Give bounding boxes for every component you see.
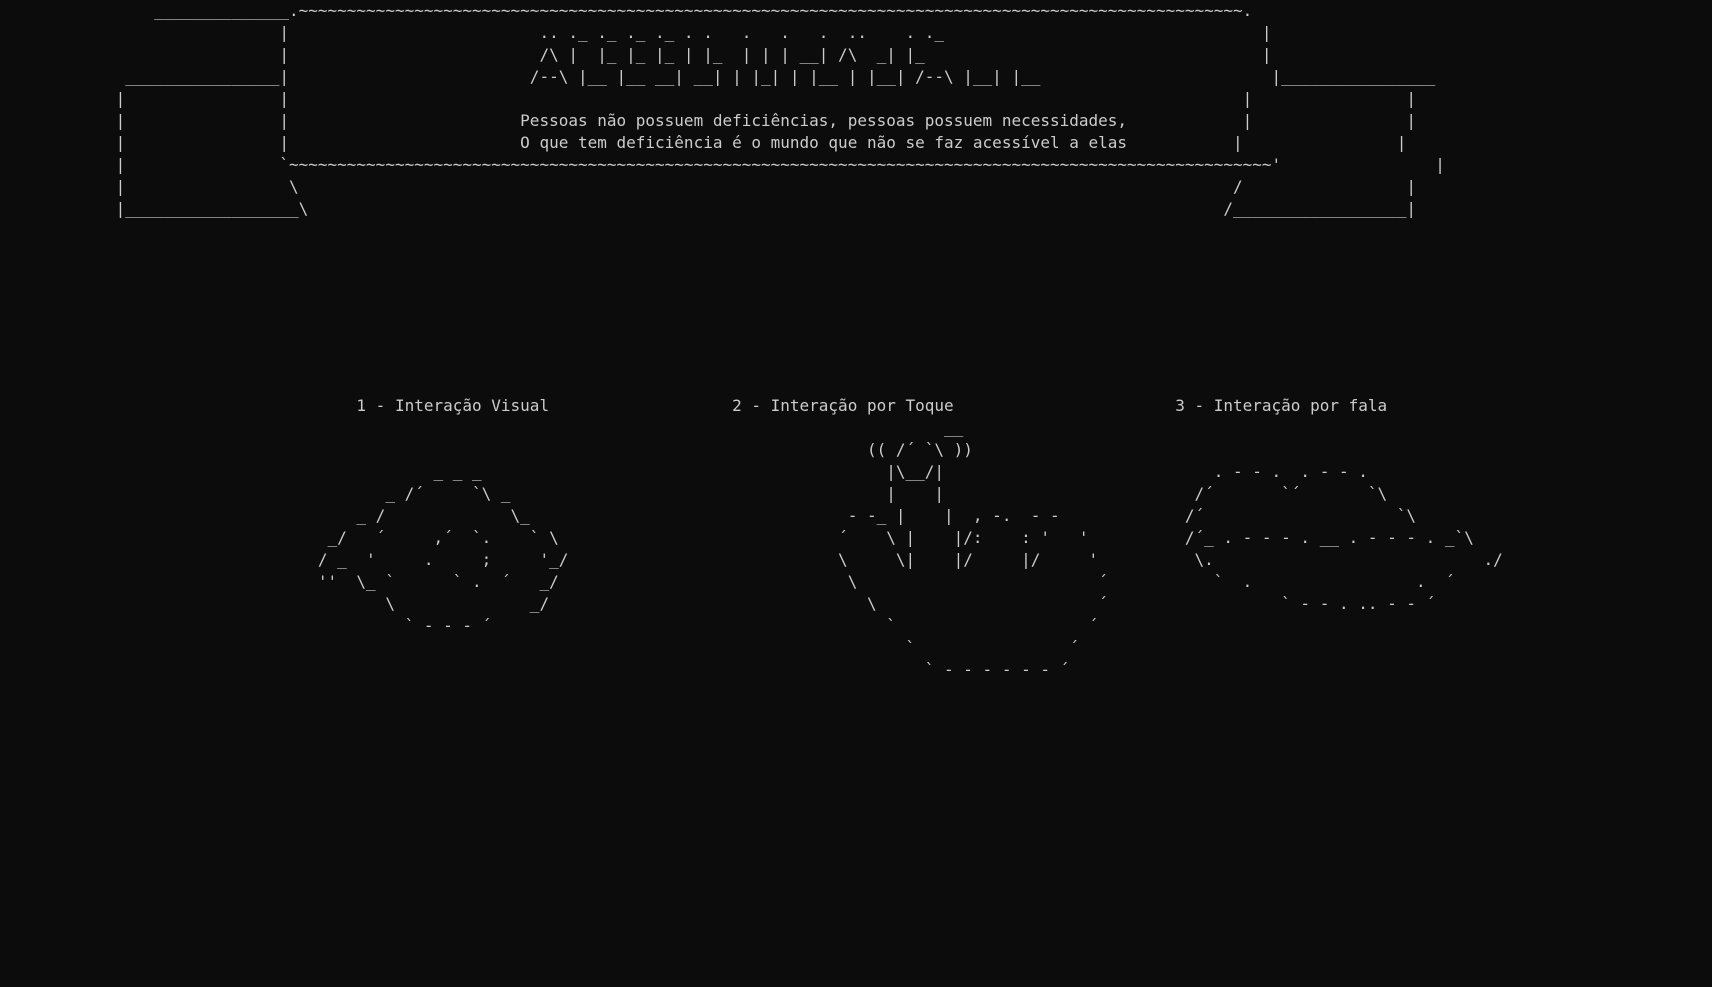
interaction-options-menu: 1 - Interação Visual 2 - Interação por T… xyxy=(317,396,1503,679)
title-banner: ______________.~~~~~~~~~~~~~~~~~~~~~~~~~… xyxy=(115,1,1445,218)
terminal-window: { "banner": { "art": " ______________.~~… xyxy=(0,0,1712,987)
